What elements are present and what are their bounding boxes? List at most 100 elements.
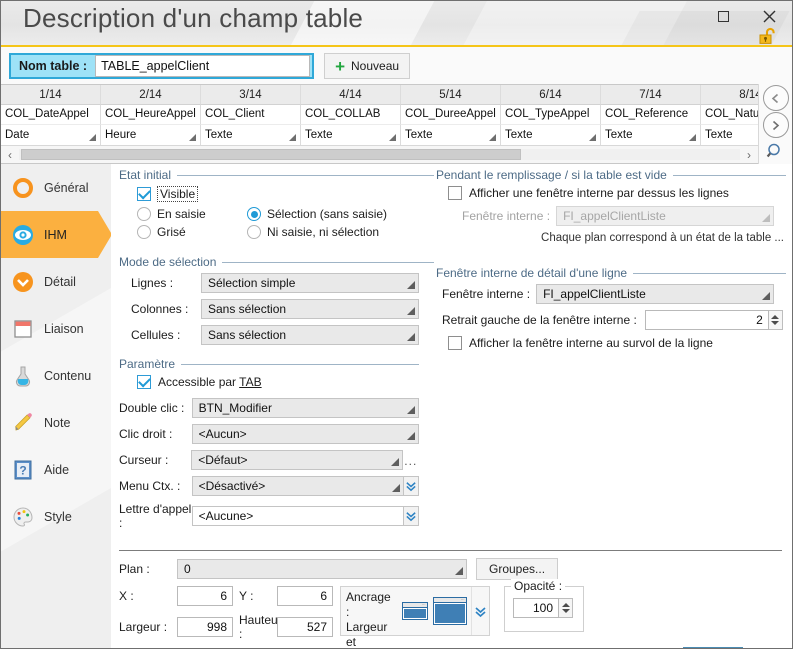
column-type-cell[interactable]: Texte: [601, 124, 701, 145]
sidebar-item-label: Liaison: [44, 321, 84, 336]
column-index-cell[interactable]: 2/14: [101, 85, 201, 105]
dropdown-icon[interactable]: [489, 134, 496, 141]
radio-grise[interactable]: [137, 225, 151, 239]
dropdown-icon[interactable]: [89, 134, 96, 141]
column-index-cell[interactable]: 4/14: [301, 85, 401, 105]
lignes-combo[interactable]: Sélection simple: [201, 273, 419, 293]
column-type-cell[interactable]: Texte: [201, 124, 301, 145]
accessible-tab-checkbox[interactable]: [137, 375, 151, 389]
grid-hscrollbar[interactable]: ‹ ›: [1, 145, 758, 163]
radio-en-saisie[interactable]: [137, 207, 151, 221]
column-index-cell[interactable]: 1/14: [1, 85, 101, 105]
column-name-cell[interactable]: COL_DureeAppel: [401, 105, 501, 124]
column-index-cell[interactable]: 5/14: [401, 85, 501, 105]
opacite-label: Opacité :: [511, 579, 566, 593]
dropdown-icon[interactable]: [389, 134, 396, 141]
radio-ni-saisie-ni-selection[interactable]: [247, 225, 261, 239]
plan-combo[interactable]: 0: [177, 559, 467, 579]
retrait-spinner[interactable]: [768, 310, 783, 330]
sidebar-item-ihm[interactable]: IHM: [1, 211, 111, 258]
sidebar-item-aide[interactable]: ? Aide: [1, 446, 111, 493]
new-button[interactable]: + Nouveau: [324, 53, 411, 79]
opacite-spinner[interactable]: [559, 598, 573, 618]
maximize-button[interactable]: [700, 1, 746, 31]
parametre-value: <Défaut>: [198, 453, 248, 467]
expand-chevron-button[interactable]: [403, 506, 419, 526]
cellules-combo[interactable]: Sans sélection: [201, 325, 419, 345]
parametre-combo[interactable]: <Défaut>: [191, 450, 403, 470]
column-name-cell[interactable]: COL_Client: [201, 105, 301, 124]
spinner-down-icon[interactable]: [771, 321, 780, 325]
remplissage-fenetre-combo[interactable]: FI_appelClientListe: [556, 206, 775, 226]
double-chevron-down-icon: [406, 512, 416, 522]
radio-selection-sans-saisie[interactable]: [247, 207, 261, 221]
column-name-cell[interactable]: COL_NatureAppe: [701, 105, 758, 124]
column-type-cell[interactable]: Texte: [401, 124, 501, 145]
scroll-right-icon[interactable]: ›: [740, 148, 758, 162]
sidebar-item-note[interactable]: Note: [1, 399, 111, 446]
opacite-input[interactable]: 100: [513, 598, 559, 618]
dropdown-icon[interactable]: [589, 134, 596, 141]
column-name-cell[interactable]: COL_TypeAppel: [501, 105, 601, 124]
sidebar-item-contenu[interactable]: Contenu: [1, 352, 111, 399]
hauteur-input[interactable]: 527: [277, 617, 333, 637]
new-button-label: Nouveau: [351, 59, 400, 73]
parametre-combo[interactable]: BTN_Modifier: [191, 398, 419, 418]
parametre-combo[interactable]: <Aucun>: [191, 424, 419, 444]
column-name-cell[interactable]: COL_COLLAB: [301, 105, 401, 124]
title-bar: Description d'un champ table: [1, 1, 792, 45]
visible-checkbox[interactable]: [137, 187, 151, 201]
y-input[interactable]: 6: [277, 586, 333, 606]
groupes-button[interactable]: Groupes...: [476, 558, 559, 580]
radio-grise-label: Grisé: [157, 225, 186, 239]
column-index-cell[interactable]: 6/14: [501, 85, 601, 105]
dropdown-icon[interactable]: [289, 134, 296, 141]
column-index-cell[interactable]: 8/14: [701, 85, 758, 105]
parametre-label: Clic droit :: [119, 427, 173, 441]
ancrage-control[interactable]: Ancrage : Largeur et hauteur ··· ···: [340, 586, 490, 648]
table-name-input[interactable]: [95, 55, 311, 77]
nav-back-button[interactable]: [762, 85, 789, 111]
spinner-down-icon[interactable]: [561, 609, 570, 613]
dropdown-icon[interactable]: [189, 134, 196, 141]
spinner-up-icon[interactable]: [771, 315, 780, 319]
scroll-left-icon[interactable]: ‹: [1, 148, 19, 162]
column-type-cell[interactable]: Texte: [701, 124, 758, 145]
sidebar-item-general[interactable]: Général: [1, 164, 111, 211]
search-button[interactable]: [763, 139, 789, 163]
spinner-up-icon[interactable]: [561, 603, 570, 607]
lock-toggle[interactable]: [758, 27, 780, 45]
x-input[interactable]: 6: [177, 586, 233, 606]
retrait-input[interactable]: 2: [644, 310, 769, 330]
colonnes-combo[interactable]: Sans sélection: [201, 299, 419, 319]
dropdown-icon[interactable]: [689, 134, 696, 141]
scroll-thumb[interactable]: [21, 149, 521, 160]
sidebar-item-detail[interactable]: Détail: [1, 258, 111, 305]
column-index-cell[interactable]: 7/14: [601, 85, 701, 105]
column-type-cell[interactable]: Texte: [501, 124, 601, 145]
column-name-cell[interactable]: COL_Reference: [601, 105, 701, 124]
column-type-cell[interactable]: Date: [1, 124, 101, 145]
column-name-cell[interactable]: COL_HeureAppel: [101, 105, 201, 124]
sidebar-item-style[interactable]: Style: [1, 493, 111, 540]
parametre-combo[interactable]: <Désactivé>: [191, 476, 404, 496]
scroll-track[interactable]: [19, 149, 740, 160]
parametre-combo[interactable]: <Aucune>: [191, 506, 404, 526]
column-name-cell[interactable]: COL_DateAppel: [1, 105, 101, 124]
survol-checkbox[interactable]: [448, 336, 462, 350]
column-type-value: Texte: [305, 129, 333, 141]
ancrage-expand-button[interactable]: [470, 587, 489, 635]
browse-ellipsis-button[interactable]: ...: [403, 450, 419, 470]
column-type-cell[interactable]: Heure: [101, 124, 201, 145]
cellules-value: Sans sélection: [208, 328, 287, 342]
close-icon: [763, 10, 775, 22]
largeur-input[interactable]: 998: [177, 617, 233, 637]
nav-forward-button[interactable]: [762, 112, 789, 138]
afficher-fenetre-interne-checkbox[interactable]: [448, 186, 462, 200]
column-index-cell[interactable]: 3/14: [201, 85, 301, 105]
detail-fenetre-combo[interactable]: FI_appelClientListe: [536, 284, 775, 304]
column-type-cell[interactable]: Texte: [301, 124, 401, 145]
expand-chevron-button[interactable]: [403, 476, 419, 496]
remplissage-hint: Chaque plan correspond à un état de la t…: [541, 232, 784, 244]
sidebar-item-liaison[interactable]: Liaison: [1, 305, 111, 352]
